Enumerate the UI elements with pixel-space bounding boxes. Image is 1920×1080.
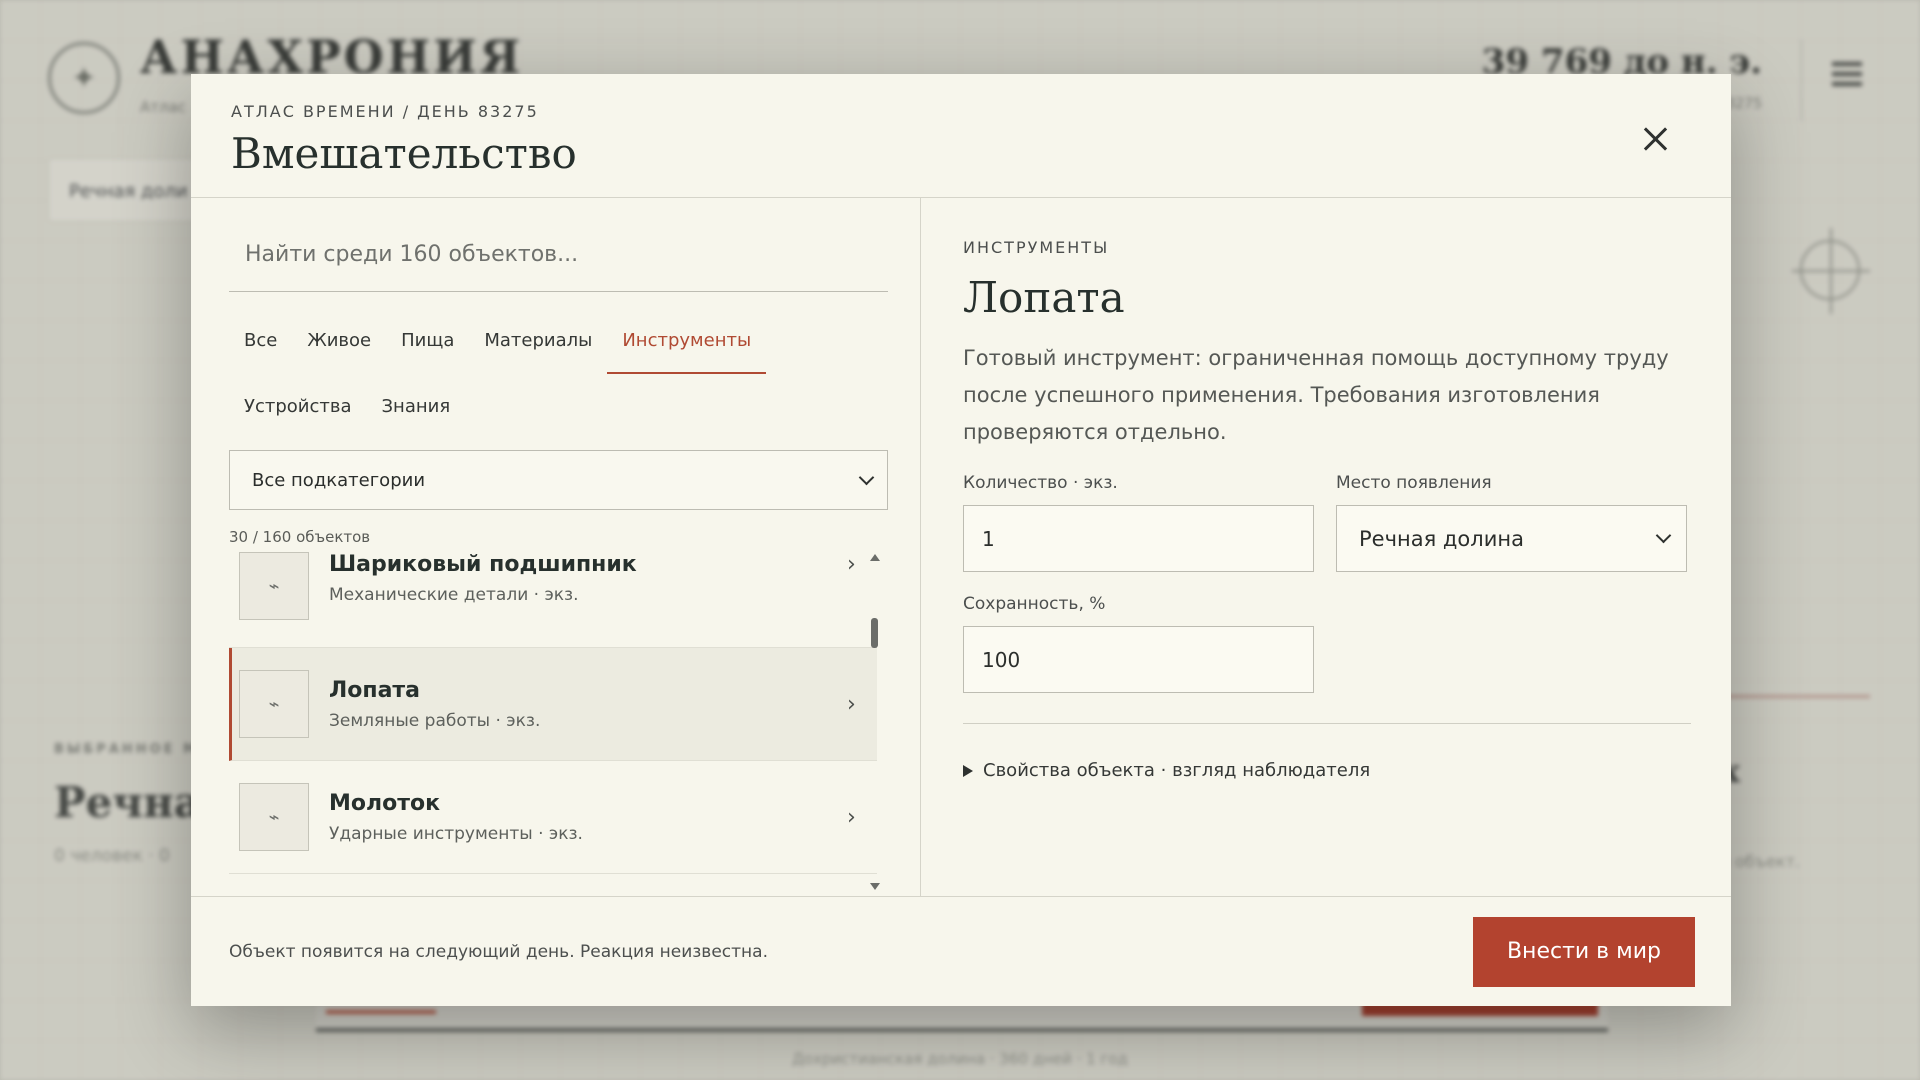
item-subtitle: Земляные работы · экз. [329,710,541,731]
intervention-dialog: АТЛАС ВРЕМЕНИ / ДЕНЬ 83275 Вмешательство… [191,74,1731,1006]
dialog-footer: Объект появится на следующий день. Реакц… [191,896,1731,1006]
tab-materials[interactable]: Материалы [469,308,607,374]
tool-icon: ⌁ [239,783,309,851]
object-list: ⌁ Шариковый подшипник Механические детал… [229,552,888,892]
category-tabs: Все Живое Пища Материалы Инструменты Уст… [229,308,888,440]
dialog-body: Все Живое Пища Материалы Инструменты Уст… [191,198,1731,896]
dialog-title: Вмешательство [231,129,577,178]
quantity-input[interactable] [963,505,1314,572]
scroll-down-icon[interactable] [870,883,880,890]
dialog-header: АТЛАС ВРЕМЕНИ / ДЕНЬ 83275 Вмешательство [191,74,1731,198]
list-item-selected[interactable]: ⌁ Лопата Земляные работы · экз. › [229,648,877,761]
tab-tools[interactable]: Инструменты [607,308,767,374]
tab-food[interactable]: Пища [386,308,469,374]
item-title: Лопата [329,677,421,703]
divider [963,723,1691,724]
item-subtitle: Механические детали · экз. [329,585,579,605]
submit-button[interactable]: Внести в мир [1473,916,1695,987]
subcategory-select-wrap: Все подкатегории [229,450,888,510]
quantity-label: Количество · экз. [963,473,1118,493]
quantity-field: Количество · экз. [963,473,1314,572]
properties-toggle-label: Свойства объекта · взгляд наблюдателя [983,760,1371,781]
close-icon[interactable] [1641,124,1671,154]
place-label: Место появления [1336,473,1492,493]
place-select[interactable]: Речная долина [1336,505,1687,572]
list-scrollbar[interactable] [868,552,882,892]
detail-pane: ИНСТРУМЕНТЫ Лопата Готовый инструмент: о… [921,198,1731,896]
list-item[interactable]: ⌁ Молоток Ударные инструменты · экз. › [229,761,877,874]
item-subtitle: Ударные инструменты · экз. [329,823,583,844]
tab-all[interactable]: Все [229,308,292,374]
detail-title: Лопата [963,273,1125,322]
catalog-pane: Все Живое Пища Материалы Инструменты Уст… [191,198,921,896]
list-item[interactable]: ⌁ Шариковый подшипник Механические детал… [229,552,877,648]
scroll-thumb[interactable] [871,618,878,648]
integrity-label: Сохранность, % [963,594,1106,614]
item-title: Шариковый подшипник [329,552,637,577]
item-title: Молоток [329,790,441,816]
detail-description: Готовый инструмент: ограниченная помощь … [963,346,1669,444]
detail-category: ИНСТРУМЕНТЫ [963,238,1110,257]
tab-knowledge[interactable]: Знания [367,374,466,440]
scroll-up-icon[interactable] [870,554,880,561]
integrity-field: Сохранность, % [963,594,1314,693]
integrity-input[interactable] [963,626,1314,693]
footer-note: Объект появится на следующий день. Реакц… [229,941,768,962]
tool-icon: ⌁ [239,670,309,738]
fields-row-2: Сохранность, % [963,594,1691,693]
subcategory-select[interactable]: Все подкатегории [229,450,888,510]
tool-icon: ⌁ [239,552,309,620]
tab-devices[interactable]: Устройства [229,374,367,440]
search-box [229,218,888,292]
breadcrumb: АТЛАС ВРЕМЕНИ / ДЕНЬ 83275 [231,102,539,121]
result-count: 30 / 160 объектов [229,528,371,546]
place-field: Место появления Речная долина [1336,473,1687,572]
triangle-right-icon [963,764,973,777]
search-input[interactable] [229,242,888,267]
properties-toggle[interactable]: Свойства объекта · взгляд наблюдателя [963,760,1691,781]
fields-row: Количество · экз. Место появления Речная… [963,473,1691,572]
tab-living[interactable]: Живое [292,308,386,374]
